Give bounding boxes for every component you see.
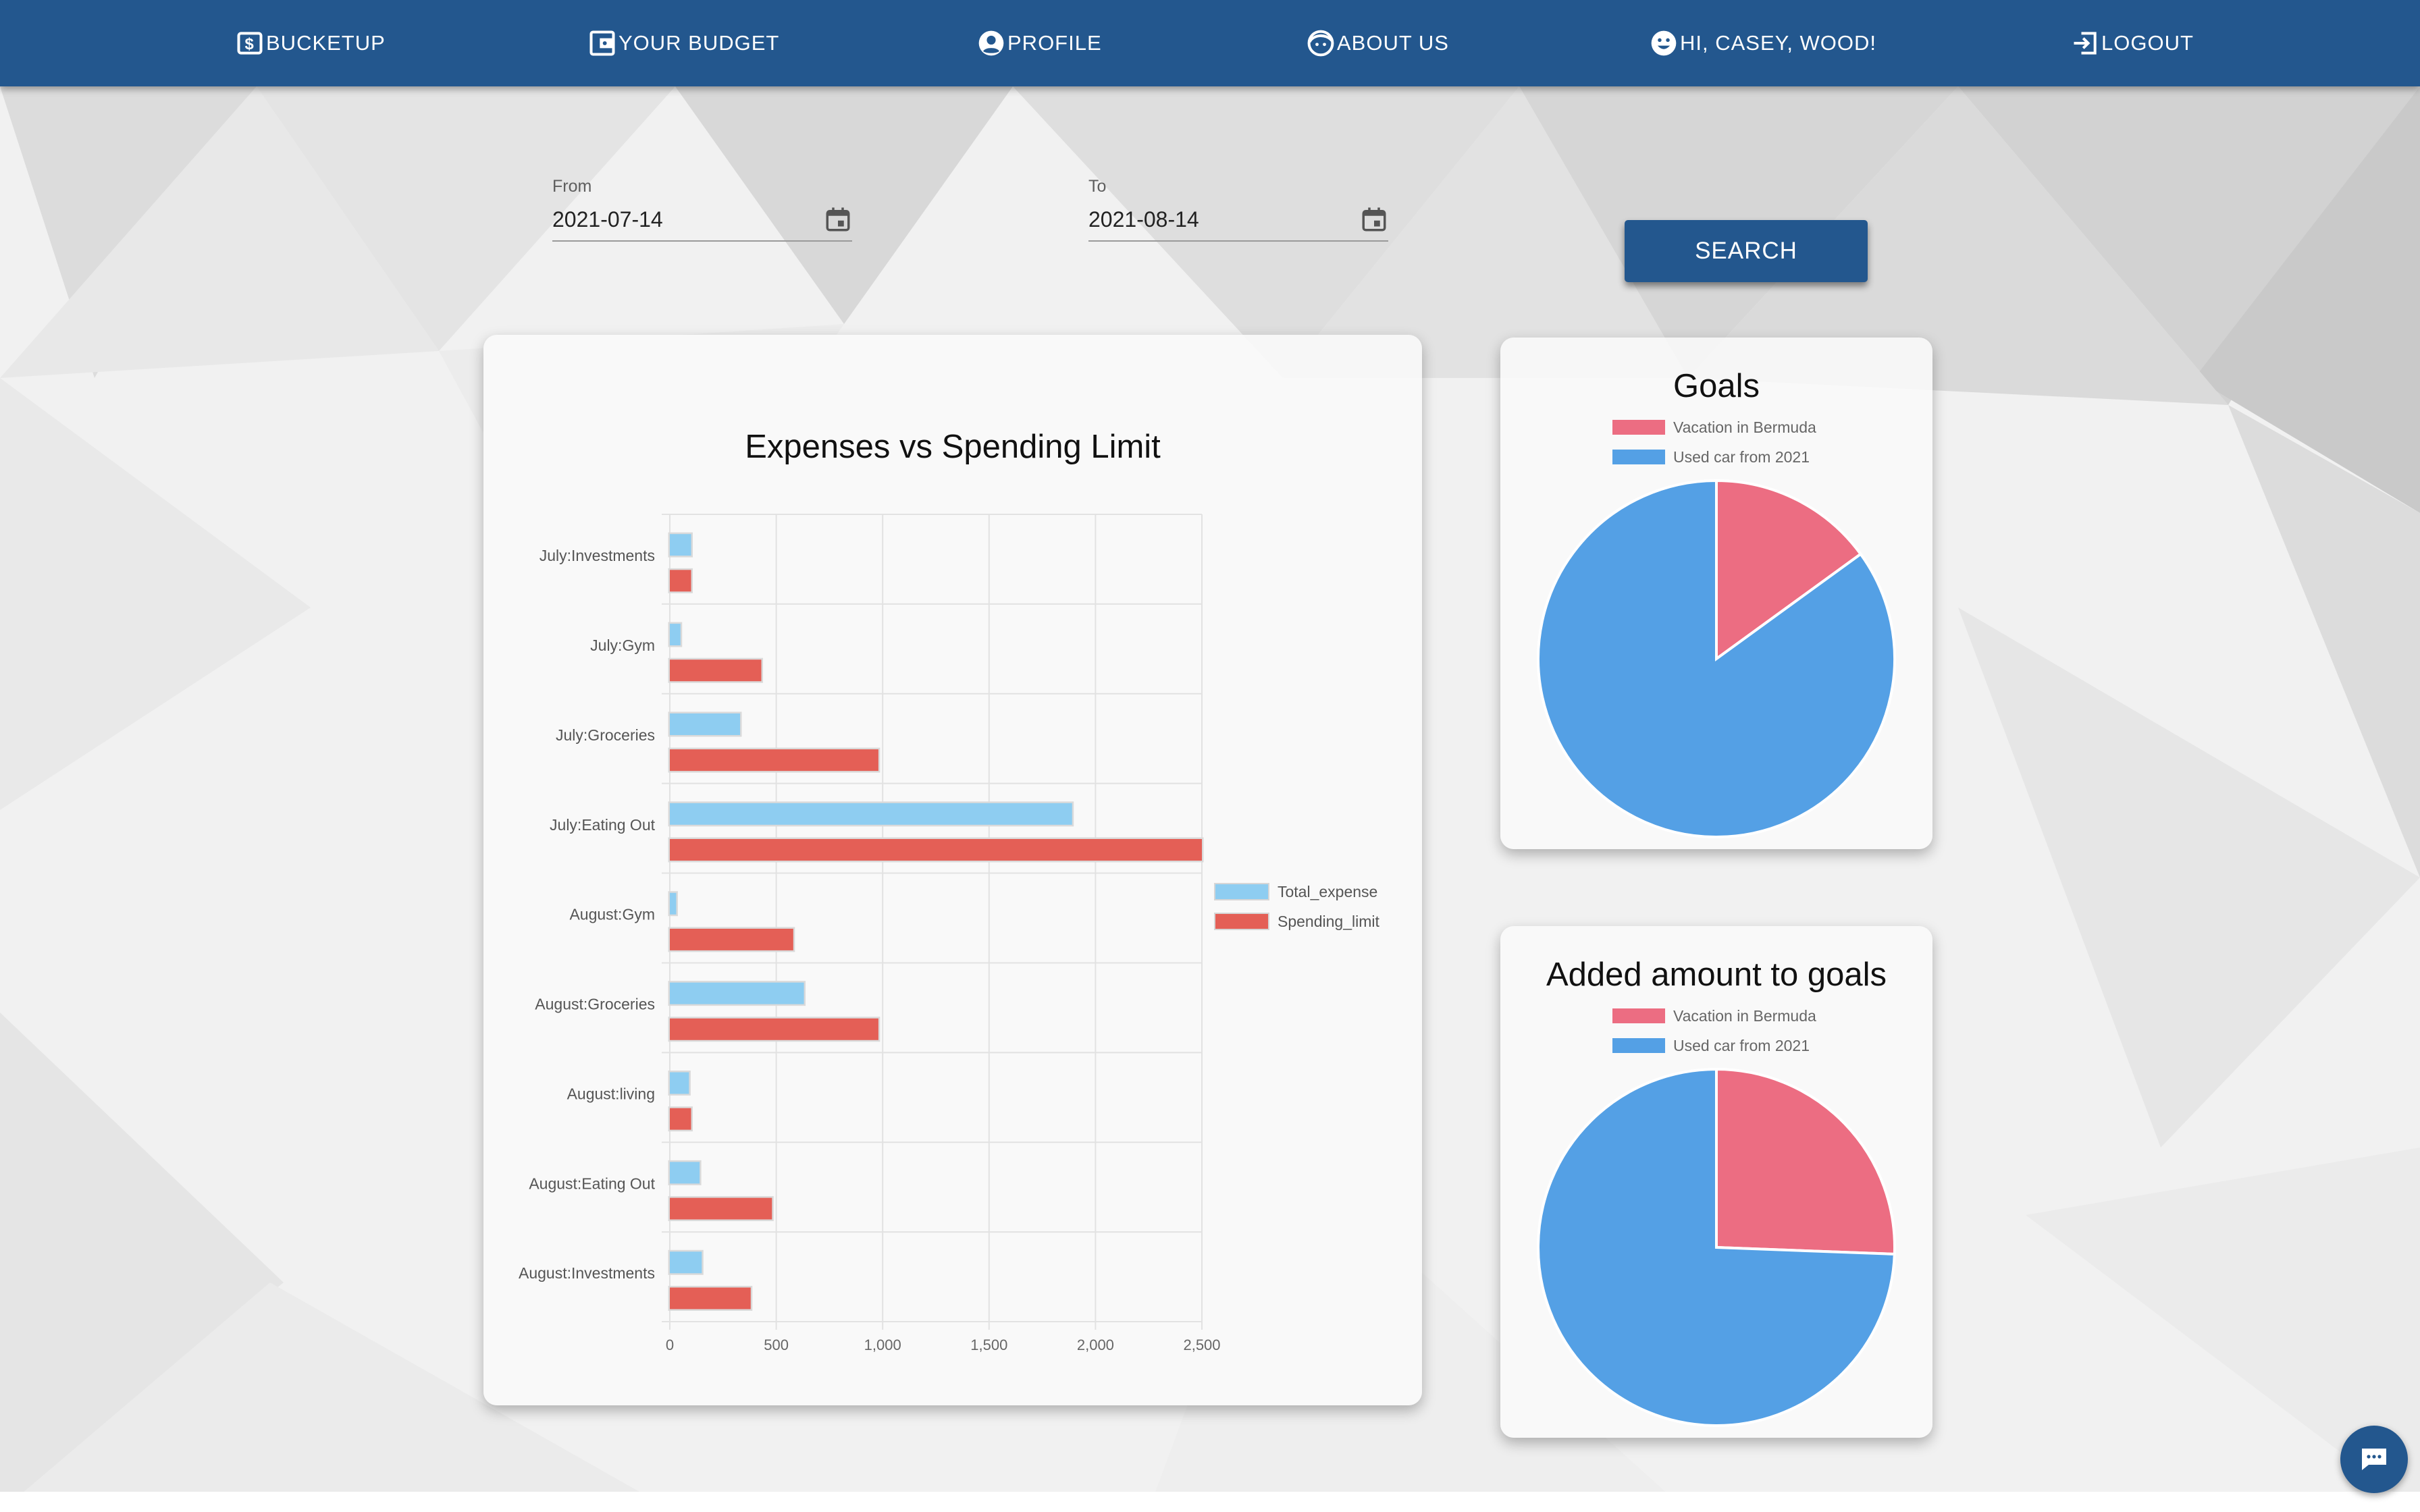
nav-profile-label: PROFILE <box>1007 31 1102 55</box>
total-expense-bar <box>668 532 693 558</box>
nav-logout-link[interactable]: LOGOUT <box>2070 27 2194 59</box>
spending-limit-bar <box>668 1196 774 1222</box>
nav-brand-link[interactable]: $ BUCKETUP <box>235 27 386 59</box>
category-label: July:Eating Out <box>550 816 656 834</box>
total-expense-bar <box>668 622 683 647</box>
total-expense-bar <box>668 711 742 737</box>
total-expense-bar <box>668 801 1074 827</box>
calendar-icon[interactable] <box>824 205 852 234</box>
footer-strip <box>0 1492 2420 1512</box>
svg-text:$: $ <box>244 35 255 53</box>
pie-title: Added amount to goals <box>1546 956 1887 993</box>
goals-pie-chart: Goals Vacation in Bermuda Used car from 20… <box>1537 368 1896 838</box>
expenses-chart-card: Expenses vs Spending Limit July:Investme… <box>483 335 1422 1405</box>
category-label: August:living <box>567 1085 655 1102</box>
legend-label: Total_expense <box>1278 883 1377 900</box>
to-date-field[interactable]: 2021-08-14 <box>1088 198 1388 242</box>
legend-swatch-total-expense <box>1214 883 1269 900</box>
category-label: July:Groceries <box>556 726 655 744</box>
spending-limit-bar <box>668 747 880 773</box>
expenses-bar-chart: Expenses vs Spending Limit July:Investme… <box>519 429 1379 1353</box>
category-label: August:Gym <box>569 906 655 923</box>
pie-title: Goals <box>1673 368 1760 404</box>
legend-swatch-spending-limit <box>1214 913 1269 930</box>
nav-brand-label: BUCKETUP <box>266 31 386 55</box>
chart-title: Expenses vs Spending Limit <box>745 429 1161 465</box>
pie-legend-swatch <box>1612 1008 1665 1023</box>
spending-limit-bar <box>668 1017 880 1042</box>
pie-legend-label: Used car from 2021 <box>1673 448 1810 466</box>
pie-legend-label: Vacation in Bermuda <box>1673 1007 1816 1025</box>
total-expense-bar <box>668 1249 704 1275</box>
spending-limit-bar <box>668 1285 753 1311</box>
calendar-icon[interactable] <box>1360 205 1388 234</box>
x-tick-label: 2,500 <box>1183 1336 1220 1353</box>
nav-greeting[interactable]: HI, CASEY, WOOD! <box>1649 27 1876 59</box>
x-tick-label: 0 <box>666 1336 674 1353</box>
pie-legend-label: Used car from 2021 <box>1673 1037 1810 1054</box>
to-date-value: 2021-08-14 <box>1088 207 1199 232</box>
chat-icon <box>2362 1449 2386 1470</box>
category-label: August:Groceries <box>535 996 655 1013</box>
nav-about-us-label: ABOUT US <box>1337 31 1449 55</box>
search-button[interactable]: SEARCH <box>1625 220 1868 282</box>
pie-legend-swatch <box>1612 1038 1665 1053</box>
pie-legend-label: Vacation in Bermuda <box>1673 418 1816 436</box>
x-tick-label: 1,000 <box>864 1336 901 1353</box>
x-tick-label: 1,500 <box>970 1336 1007 1353</box>
from-date-value: 2021-07-14 <box>552 207 663 232</box>
money-icon: $ <box>237 32 263 55</box>
pie-slice-vacation <box>1715 1067 1896 1256</box>
nav-your-budget-label: YOUR BUDGET <box>619 31 780 55</box>
top-navbar: $ BUCKETUP YOUR BUDGET PROFILE ABOUT US <box>0 0 2420 86</box>
to-date-label: To <box>1088 177 1107 196</box>
smiley-icon <box>1651 30 1677 56</box>
spending-limit-bar <box>668 568 693 593</box>
added-amount-pie-chart: Added amount to goals Vacation in Bermuda… <box>1537 956 1896 1427</box>
nav-greeting-label: HI, CASEY, WOOD! <box>1680 31 1877 55</box>
spending-limit-bar <box>668 837 1204 863</box>
account-circle-icon <box>978 30 1004 56</box>
category-label: July:Gym <box>590 637 655 654</box>
chat-button[interactable] <box>2340 1426 2408 1493</box>
goals-pie-card: Goals Vacation in Bermuda Used car from 20… <box>1500 338 1932 849</box>
pie-legend-swatch <box>1612 420 1665 435</box>
from-date-label: From <box>552 177 592 196</box>
total-expense-bar <box>668 1160 702 1185</box>
spending-limit-bar <box>668 1106 693 1132</box>
nav-logout-label: LOGOUT <box>2101 31 2194 55</box>
nav-your-budget-link[interactable]: YOUR BUDGET <box>587 27 779 59</box>
x-tick-label: 2,000 <box>1077 1336 1114 1353</box>
legend-label: Spending_limit <box>1278 913 1379 930</box>
x-tick-label: 500 <box>764 1336 789 1353</box>
added-amount-pie-card: Added amount to goals Vacation in Bermuda… <box>1500 926 1932 1438</box>
total-expense-bar <box>668 981 806 1006</box>
nav-about-us-link[interactable]: ABOUT US <box>1306 27 1449 59</box>
total-expense-bar <box>668 891 678 917</box>
total-expense-bar <box>668 1071 691 1096</box>
spending-limit-bar <box>668 657 764 683</box>
spending-limit-bar <box>668 927 795 952</box>
face-icon <box>1307 30 1334 57</box>
category-label: July:Investments <box>540 547 655 564</box>
category-label: August:Investments <box>519 1264 655 1282</box>
from-date-field[interactable]: 2021-07-14 <box>552 198 852 242</box>
pie-legend-swatch <box>1612 450 1665 464</box>
category-label: August:Eating Out <box>529 1174 655 1192</box>
logout-icon <box>2074 32 2097 55</box>
wallet-icon <box>589 30 615 56</box>
nav-profile-link[interactable]: PROFILE <box>976 27 1102 59</box>
